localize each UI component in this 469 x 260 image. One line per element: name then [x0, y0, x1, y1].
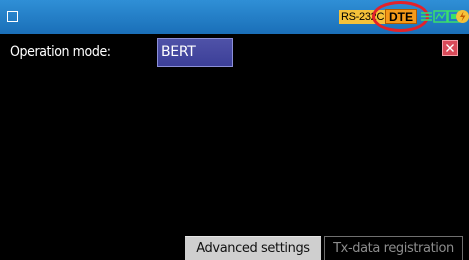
connector-icon — [421, 12, 432, 21]
status-bar: RS-232C DTE — [0, 0, 469, 34]
advanced-settings-button[interactable]: Advanced settings — [185, 236, 321, 260]
power-icon — [456, 10, 469, 23]
operation-mode-select[interactable]: BERT — [157, 38, 233, 67]
tx-data-registration-button[interactable]: Tx-data registration — [324, 236, 463, 260]
menu-icon[interactable] — [7, 11, 18, 22]
operation-mode-label: Operation mode: — [10, 44, 111, 60]
close-icon[interactable] — [442, 40, 458, 56]
